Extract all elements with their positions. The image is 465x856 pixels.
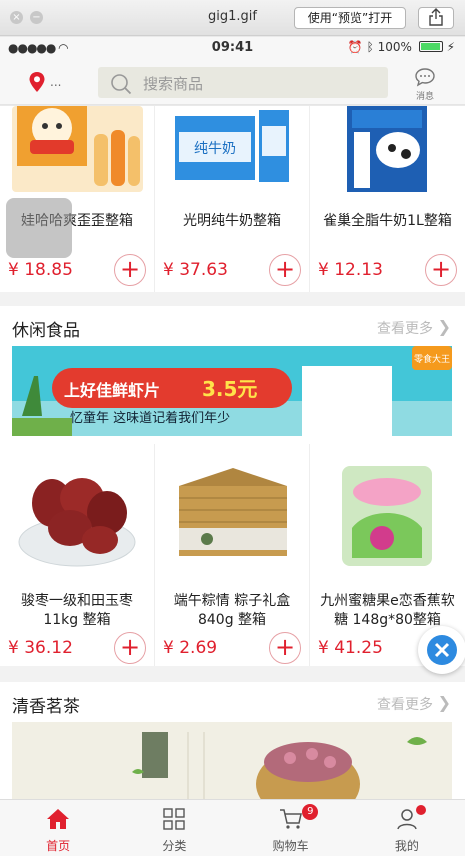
promo-banner[interactable]: 上好佳鲜虾片 3.5元 忆童年 这味道记着我们年少 零食大王	[12, 346, 452, 436]
product-price: ¥ 12.13	[318, 260, 383, 280]
share-button[interactable]	[418, 7, 454, 29]
message-label: 消息	[415, 92, 434, 102]
app-header: ... 搜索商品 消息	[0, 59, 465, 105]
product-card[interactable]: 纯牛奶 光明纯牛奶整箱 ¥ 37.63 +	[155, 106, 310, 292]
chevron-right-icon[interactable]: ❯	[438, 693, 451, 712]
battery-percent: 100%	[377, 40, 412, 54]
product-price: ¥ 36.12	[8, 638, 73, 658]
status-right: ⏰ ᛒ 100% ⚡	[348, 40, 455, 54]
add-to-cart-button[interactable]: +	[114, 254, 146, 286]
product-card[interactable]: 端午粽情 粽子礼盒840g 整箱 ¥ 2.69 +	[155, 444, 310, 666]
profile-dot-badge	[416, 805, 427, 815]
product-row: 骏枣一级和田玉枣11kg 整箱 ¥ 36.12 + 端午粽情 粽子礼盒840g …	[0, 444, 465, 666]
add-to-cart-button[interactable]: +	[425, 254, 457, 286]
tab-label: 分类	[162, 839, 187, 853]
svg-text:纯牛奶: 纯牛奶	[194, 141, 236, 157]
tea-banner[interactable]	[12, 722, 452, 799]
share-x-icon	[427, 635, 457, 665]
search-placeholder: 搜索商品	[143, 75, 204, 93]
product-price: ¥ 37.63	[163, 260, 228, 280]
search-input[interactable]: 搜索商品	[98, 67, 388, 98]
section-title: 清香茗茶	[12, 697, 80, 717]
banner-price-tag: 3.5元	[202, 377, 257, 401]
product-row: 娃哈哈爽歪歪整箱 ¥ 18.85 + 纯牛奶 光明纯牛奶整箱 ¥ 37.63 +…	[0, 106, 465, 292]
location-pin-icon[interactable]	[28, 71, 46, 93]
charging-icon: ⚡	[446, 40, 455, 54]
window-titlebar: × − gig1.gif 使用“预览”打开	[0, 0, 465, 36]
product-card[interactable]: 雀巢全脂牛奶1L整箱 ¥ 12.13 +	[310, 106, 465, 292]
product-name: 光明纯牛奶整箱	[183, 213, 281, 229]
share-icon	[429, 8, 443, 26]
section-title: 休闲食品	[12, 321, 80, 341]
floating-share-button[interactable]	[418, 626, 465, 674]
message-button[interactable]: 消息	[410, 67, 440, 103]
see-more-link[interactable]: 查看更多	[377, 318, 433, 338]
tap-highlight	[6, 198, 72, 258]
product-name: 九州蜜糖果e恋香蕉软糖 148g*80整箱	[320, 593, 455, 628]
open-in-preview-button[interactable]: 使用“预览”打开	[294, 7, 406, 29]
tab-home[interactable]: 首页	[0, 800, 116, 856]
tab-categories[interactable]: 分类	[116, 800, 232, 856]
product-image	[12, 458, 143, 570]
product-price: ¥ 18.85	[8, 260, 73, 280]
see-more-link[interactable]: 查看更多	[377, 694, 433, 714]
tab-label: 首页	[46, 839, 71, 853]
message-icon	[415, 68, 435, 87]
location-text[interactable]: ...	[50, 75, 61, 89]
product-image	[322, 458, 453, 570]
search-icon	[111, 74, 132, 95]
bluetooth-icon: ᛒ	[366, 40, 374, 54]
chevron-right-icon[interactable]: ❯	[438, 317, 451, 336]
home-icon	[47, 809, 70, 829]
banner-headline: 上好佳鲜虾片	[64, 381, 160, 400]
product-price: ¥ 41.25	[318, 638, 383, 658]
banner-tag: 零食大王	[414, 353, 450, 365]
alarm-icon: ⏰	[347, 40, 363, 54]
product-image	[12, 106, 143, 192]
product-image: 纯牛奶	[167, 106, 298, 192]
section-header-tea: 清香茗茶 查看更多 ❯	[0, 682, 465, 722]
tab-profile[interactable]: 我的	[349, 800, 465, 856]
grid-icon	[163, 808, 186, 830]
battery-icon	[418, 41, 443, 52]
product-name: 雀巢全脂牛奶1L整箱	[323, 213, 452, 229]
cart-badge: 9	[302, 804, 319, 820]
section-header-snacks: 休闲食品 查看更多 ❯	[0, 306, 465, 346]
product-name: 骏枣一级和田玉枣11kg 整箱	[21, 593, 133, 628]
status-bar: ●●●●● ◠ 09:41 ⏰ ᛒ 100% ⚡	[0, 37, 465, 59]
cart-icon	[279, 809, 302, 829]
tab-bar: 首页 分类 9 购物车 我的	[0, 799, 465, 856]
tab-cart[interactable]: 9 购物车	[233, 800, 349, 856]
add-to-cart-button[interactable]: +	[114, 632, 146, 664]
tab-label: 我的	[394, 839, 419, 853]
banner-subline: 忆童年 这味道记着我们年少	[70, 410, 230, 426]
product-price: ¥ 2.69	[163, 638, 218, 658]
user-icon	[397, 809, 417, 830]
add-to-cart-button[interactable]: +	[269, 632, 301, 664]
product-card[interactable]: 骏枣一级和田玉枣11kg 整箱 ¥ 36.12 +	[0, 444, 155, 666]
product-name: 端午粽情 粽子礼盒840g 整箱	[173, 593, 291, 628]
product-image	[322, 106, 453, 192]
product-image	[167, 458, 298, 570]
add-to-cart-button[interactable]: +	[269, 254, 301, 286]
tab-label: 购物车	[272, 839, 309, 853]
